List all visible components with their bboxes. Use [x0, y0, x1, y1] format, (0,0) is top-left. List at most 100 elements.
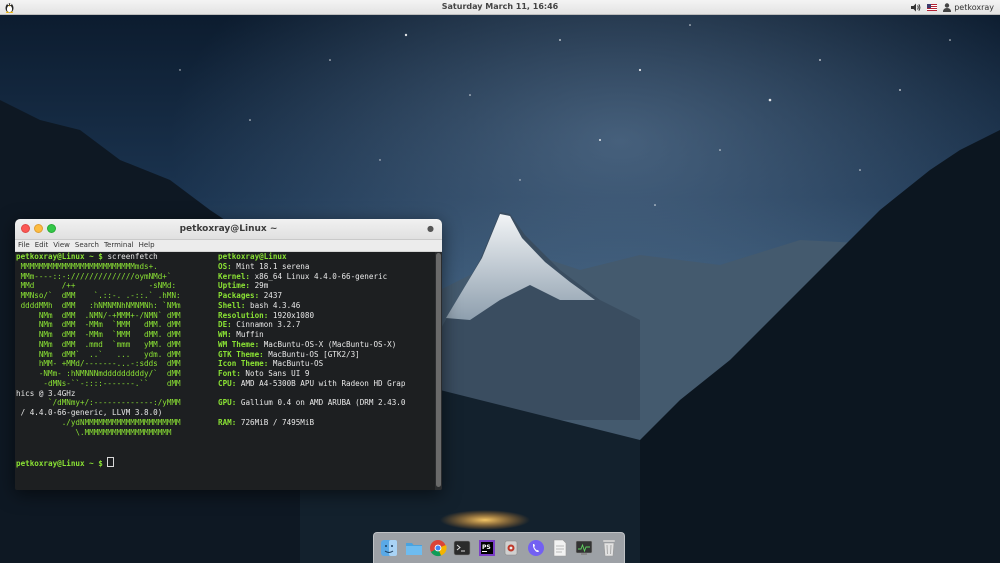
top-panel: Saturday March 11, 16:46 petkoxray — [0, 0, 1000, 15]
finder-icon[interactable] — [379, 538, 399, 558]
info-value: x86_64 Linux 4.4.0-66-generic — [250, 271, 388, 281]
ascii-logo-line: \.MMMMMMMMMMMMMMMMMMM — [16, 427, 172, 437]
gpu-wrap-text: / 4.4.0-66-generic, LLVM 3.8.0) — [16, 408, 163, 417]
ascii-logo-line: -NMm- :hNMNNNmdddddddddy/` dMM — [16, 369, 181, 378]
info-gpu: GPU: Gallium 0.4 on AMD ARUBA (DRM 2.43.… — [218, 398, 405, 408]
menu-file[interactable]: File — [18, 240, 30, 251]
final-prompt-line[interactable]: petkoxray@Linux ~ $ — [16, 457, 115, 469]
files-folder-icon[interactable] — [404, 538, 424, 558]
ascii-logo-line: MMd /++ -sNMd: — [16, 281, 177, 291]
ascii-logo-line: ddddMMh dMM :hNMNMNhNMNMNh: `NMm — [16, 300, 181, 310]
command-text: screenfetch — [107, 252, 158, 261]
info-row: Resolution: 1920x1080 — [218, 311, 436, 321]
info-key: Uptime: — [218, 281, 251, 291]
menu-view[interactable]: View — [53, 240, 70, 251]
info-value: Mint 18.1 serena — [231, 261, 310, 271]
ascii-logo-line: MMNso/` dMM `.::-. .-::.` .hMN: — [16, 291, 181, 300]
info-value: 29m — [250, 281, 269, 291]
window-title: petkoxray@Linux ~ — [179, 224, 278, 234]
menu-terminal[interactable]: Terminal — [104, 240, 134, 251]
info-key: WM Theme: — [218, 339, 260, 349]
info-value: 2437 — [259, 291, 283, 300]
trash-icon[interactable] — [599, 538, 619, 558]
ascii-logo: MMMMMMMMMMMMMMMMMMMMMMMMMmds+. MMm----::… — [16, 262, 216, 389]
info-key: Icon Theme: — [218, 359, 269, 369]
info-row: Packages: 2437 — [218, 291, 436, 301]
info-key: Resolution: — [218, 310, 269, 320]
info-row: GTK Theme: MacBuntu-OS [GTK2/3] — [218, 350, 436, 360]
info-value: MacBuntu-OS [GTK2/3] — [263, 349, 360, 359]
info-row: OS: Mint 18.1 serena — [218, 262, 436, 272]
ascii-logo-line: MMMMMMMMMMMMMMMMMMMMMMMMMmds+. — [16, 261, 158, 271]
cpu-wrap-text: hics @ 3.4GHz — [16, 388, 76, 398]
info-key: Packages: — [218, 291, 260, 300]
info-value: bash 4.3.46 — [245, 300, 301, 310]
info-value: MacBuntu-OS — [268, 359, 324, 369]
info-value: Gallium 0.4 on AMD ARUBA (DRM 2.43.0 — [236, 398, 406, 408]
system-monitor-icon[interactable] — [574, 538, 594, 558]
ascii-logo-line: NMm dMM -MMm `MMM dMM. dMM — [16, 330, 181, 339]
volume-icon[interactable] — [911, 3, 921, 12]
prompt: petkoxray@Linux ~ $ — [16, 252, 103, 261]
text-editor-icon[interactable] — [550, 538, 570, 558]
info-row: Shell: bash 4.3.46 — [218, 301, 436, 311]
scrollbar-thumb[interactable] — [436, 253, 441, 487]
menu-help[interactable]: Help — [139, 240, 155, 251]
ascii-logo-line: NMm dMM` ..` ... ydm. dMM — [16, 349, 181, 359]
info-key: Font: — [218, 369, 241, 378]
ascii-logo-line: `/dMNmy+/:-------------:/yMMM — [16, 398, 181, 408]
ascii-logo-line: MMm----::-://////////////oymNMd+` — [16, 271, 172, 281]
info-key: WM: — [218, 330, 232, 339]
info-key: DE: — [218, 320, 232, 330]
info-value: 1920x1080 — [268, 310, 315, 320]
system-tool-icon[interactable] — [501, 538, 521, 558]
info-value: MacBuntu-OS-X (MacBuntu-OS-X) — [259, 339, 397, 349]
info-row: Kernel: x86_64 Linux 4.4.0-66-generic — [218, 272, 436, 282]
username-label: petkoxray — [954, 2, 994, 12]
terminal-menubar: File Edit View Search Terminal Help — [15, 240, 442, 252]
ascii-logo-line: ./ydNMMMMMMMMMMMMMMMMMMMMM — [16, 417, 181, 427]
user-menu[interactable]: petkoxray — [943, 3, 994, 12]
terminal-output[interactable]: petkoxray@Linux ~ $ screenfetch MMMMMMMM… — [15, 252, 436, 490]
info-key: GPU: — [218, 398, 237, 408]
info-key: Shell: — [218, 300, 246, 310]
info-row: Font: Noto Sans UI 9 — [218, 369, 436, 379]
terminal-titlebar[interactable]: petkoxray@Linux ~ ● — [15, 219, 442, 240]
info-row: DE: Cinnamon 3.2.7 — [218, 320, 436, 330]
phpstorm-icon[interactable]: PS — [477, 538, 497, 558]
ascii-logo-line: -dMNs-``-::::-------.`` dMM — [16, 378, 181, 388]
chrome-icon[interactable] — [428, 538, 448, 558]
dock: PS — [373, 532, 625, 563]
ascii-logo-line: hMM- +MMd/-------...-:sdds dMM — [16, 359, 181, 369]
info-key: GTK Theme: — [218, 349, 264, 359]
info-key: RAM: — [218, 417, 237, 427]
prompt: petkoxray@Linux ~ $ — [16, 459, 103, 468]
menu-edit[interactable]: Edit — [35, 240, 49, 251]
us-flag-icon[interactable] — [927, 3, 938, 11]
info-ram: RAM: 726MiB / 7495MiB — [218, 418, 314, 428]
ascii-logo-line: NMm dMM .NMN/-+MMM+-/NMN` dMM — [16, 310, 181, 320]
user-icon — [943, 2, 952, 12]
viber-icon[interactable] — [526, 538, 546, 558]
info-row: WM Theme: MacBuntu-OS-X (MacBuntu-OS-X) — [218, 340, 436, 350]
info-value: Noto Sans UI 9 — [240, 369, 310, 378]
command-line: petkoxray@Linux ~ $ screenfetch — [16, 252, 158, 262]
info-row: CPU: AMD A4-5300B APU with Radeon HD Gra… — [218, 379, 436, 389]
info-value: 726MiB / 7495MiB — [236, 417, 315, 427]
info-value: AMD A4-5300B APU with Radeon HD Grap — [236, 378, 406, 388]
info-key: OS: — [218, 261, 232, 271]
terminal-icon[interactable] — [452, 538, 472, 558]
info-row: Icon Theme: MacBuntu-OS — [218, 359, 436, 369]
panel-clock[interactable]: Saturday March 11, 16:46 — [0, 0, 1000, 14]
info-key: Kernel: — [218, 271, 251, 281]
menu-search[interactable]: Search — [75, 240, 99, 251]
svg-text:PS: PS — [482, 544, 491, 551]
info-row: WM: Muffin — [218, 330, 436, 340]
system-info: petkoxray@Linux OS: Mint 18.1 serena Kerne… — [218, 252, 436, 389]
terminal-window[interactable]: petkoxray@Linux ~ ● File Edit View Searc… — [15, 219, 442, 490]
window-menu-icon[interactable]: ● — [427, 224, 434, 233]
info-value: Cinnamon 3.2.7 — [231, 320, 301, 330]
text-cursor — [107, 457, 115, 467]
info-value: Muffin — [231, 330, 264, 339]
info-key: CPU: — [218, 378, 237, 388]
